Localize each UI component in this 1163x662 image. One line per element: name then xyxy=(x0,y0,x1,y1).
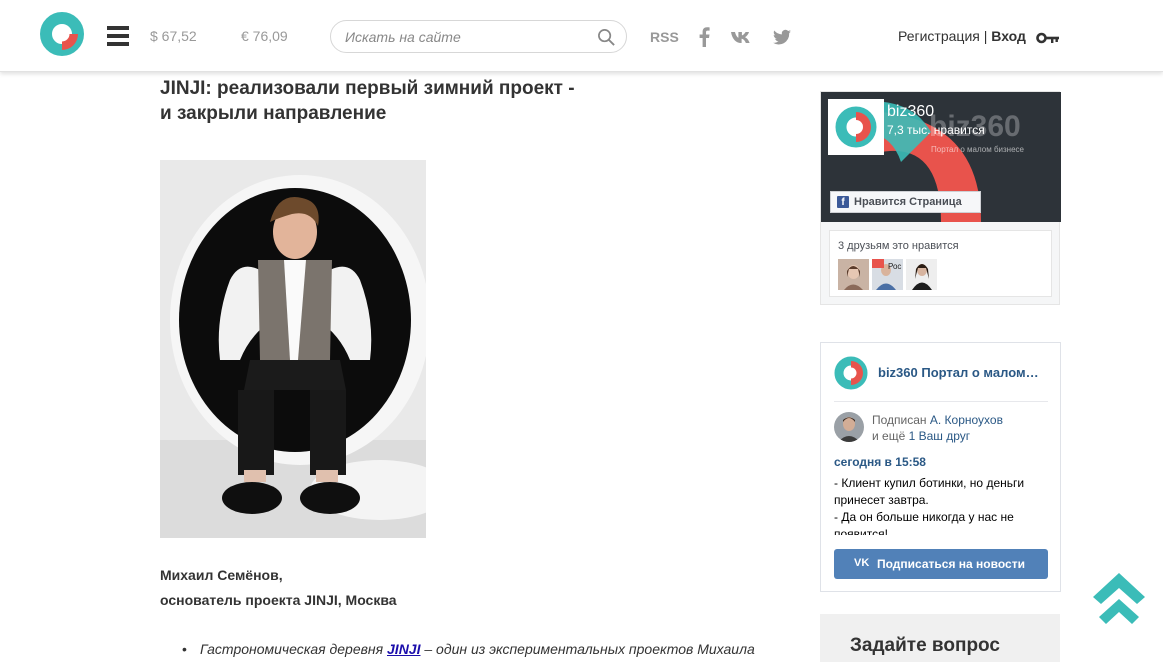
article-bullet-list: Гастрономическая деревня JINJI – один из… xyxy=(182,641,782,657)
vk-group-widget: biz360 Портал о малом… Подписан А. Корно… xyxy=(820,342,1061,592)
fb-cover-subtext: Портал о малом бизнесе xyxy=(931,145,1024,154)
site-header: $ 67,52 € 76,09 RSS Регистрация | Вход xyxy=(0,0,1163,72)
vk-post-line: появится! xyxy=(834,527,888,535)
vk-post-time[interactable]: сегодня в 15:58 xyxy=(834,455,926,469)
author-role: основатель проекта JINJI, Москва xyxy=(160,592,397,608)
divider xyxy=(834,401,1048,402)
vk-post-line: принесет завтра. xyxy=(834,493,929,507)
vk-icon: VK xyxy=(854,557,870,569)
twitter-icon[interactable] xyxy=(772,27,792,47)
fb-like-button-label: Нравится Страница xyxy=(854,196,962,208)
subscriber-avatar[interactable] xyxy=(834,412,864,442)
vk-group-title[interactable]: biz360 Портал о малом… xyxy=(878,365,1039,380)
key-icon[interactable] xyxy=(1036,31,1060,45)
friend-avatar[interactable] xyxy=(906,259,937,290)
article-title: JINJI: реализовали первый зимний проект … xyxy=(160,76,640,126)
vk-and-more-prefix: и ещё xyxy=(872,429,909,443)
vk-icon[interactable] xyxy=(730,27,754,47)
vk-post-text: - Клиент купил ботинки, но деньги принес… xyxy=(834,475,1048,535)
vk-subscribe-button[interactable]: VK Подписаться на новости xyxy=(834,549,1048,579)
eur-rate: € 76,09 xyxy=(241,28,288,44)
vk-post-line: - Да он больше никогда у нас не xyxy=(834,510,1014,524)
facebook-icon: f xyxy=(837,196,849,208)
list-item: Гастрономическая деревня JINJI – один из… xyxy=(182,641,782,657)
jinji-link[interactable]: JINJI xyxy=(387,641,420,657)
auth-links: Регистрация | Вход xyxy=(898,28,1026,44)
facebook-icon[interactable] xyxy=(697,27,711,47)
auth-separator: | xyxy=(979,28,992,44)
usd-rate: $ 67,52 xyxy=(150,28,197,44)
bullet-prefix: Гастрономическая деревня xyxy=(200,641,388,657)
fb-friends-text: 3 друзьям это нравится xyxy=(838,240,959,252)
friend-avatar[interactable]: Рос xyxy=(872,259,903,290)
facebook-page-widget: biz360 Портал о малом бизнесе biz360 7,3… xyxy=(820,91,1061,305)
author-name: Михаил Семёнов, xyxy=(160,567,283,583)
vk-subscribed-prefix: Подписан xyxy=(872,413,930,427)
search-icon[interactable] xyxy=(597,28,616,47)
menu-burger-icon[interactable] xyxy=(107,26,129,46)
vk-subscribe-label: Подписаться на новости xyxy=(877,557,1025,571)
article-title-line1: JINJI: реализовали первый зимний проект … xyxy=(160,78,575,99)
vk-subscriber-link[interactable]: А. Корноухов xyxy=(930,413,1003,427)
fb-friends-box: 3 друзьям это нравится Рос xyxy=(829,230,1052,297)
article-title-line2: и закрыли направление xyxy=(160,103,387,124)
vk-and-more-text: и ещё 1 Ваш друг xyxy=(872,429,970,443)
rss-link[interactable]: RSS xyxy=(650,29,679,45)
fb-likes-count: 7,3 тыс. нравится xyxy=(887,123,985,137)
register-link[interactable]: Регистрация xyxy=(898,28,980,44)
vk-subscribed-text: Подписан А. Корноухов xyxy=(872,413,1003,427)
biz360-logo[interactable] xyxy=(834,356,868,390)
search-input[interactable] xyxy=(345,27,585,47)
fb-like-page-button[interactable]: f Нравится Страница xyxy=(830,191,981,213)
fb-cover[interactable]: biz360 Портал о малом бизнесе biz360 7,3… xyxy=(821,92,1061,222)
bullet-suffix: – один из экспериментальных проектов Мих… xyxy=(420,641,755,657)
vk-friends-link[interactable]: 1 Ваш друг xyxy=(909,429,971,443)
biz360-logo[interactable] xyxy=(40,12,84,56)
vk-post-line: - Клиент купил ботинки, но деньги xyxy=(834,476,1025,490)
ask-question-title: Задайте вопрос xyxy=(850,635,1000,656)
friend-badge: Рос xyxy=(888,262,902,271)
ask-question-block[interactable]: Задайте вопрос xyxy=(820,614,1060,662)
author-photo xyxy=(160,160,426,538)
search-box xyxy=(330,20,627,53)
scroll-up-icon[interactable] xyxy=(1090,571,1148,627)
fb-page-name[interactable]: biz360 xyxy=(887,103,934,121)
friend-avatar[interactable] xyxy=(838,259,869,290)
login-link[interactable]: Вход xyxy=(991,28,1026,44)
fb-page-logo[interactable] xyxy=(828,99,884,155)
